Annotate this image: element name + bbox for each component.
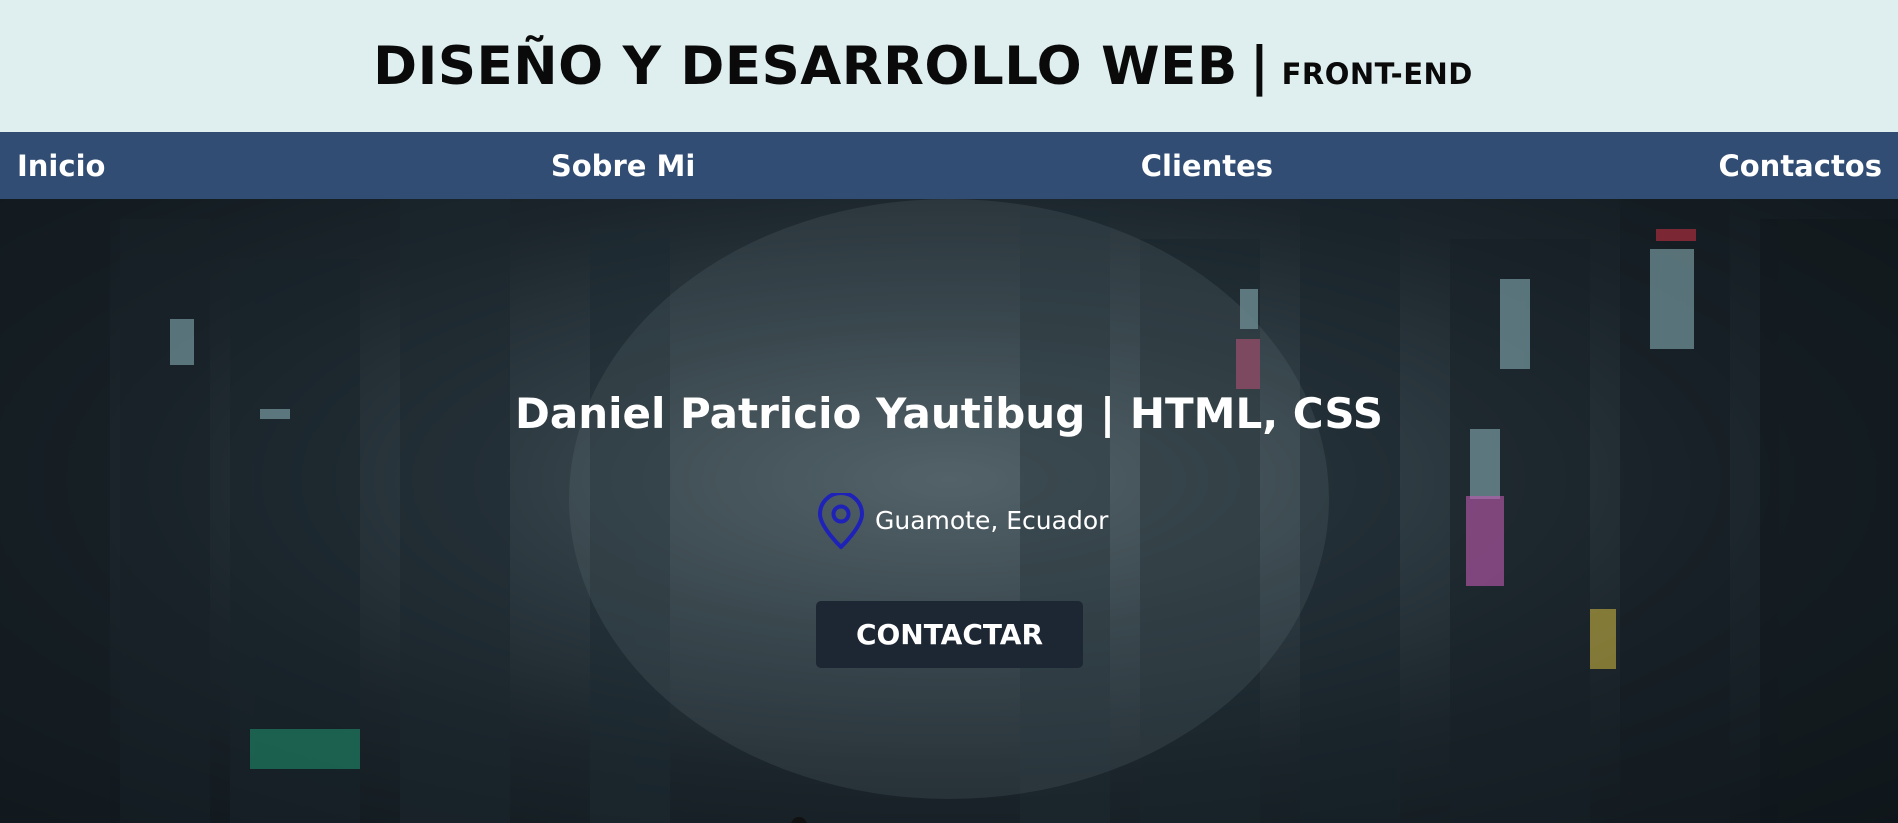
location: Guamote, Ecuador — [815, 493, 1108, 551]
site-title: DISEÑO Y DESARROLLO WEB | FRONT-END — [373, 36, 1473, 97]
nav-link-clientes[interactable]: Clientes — [1141, 149, 1273, 183]
site-header: DISEÑO Y DESARROLLO WEB | FRONT-END — [0, 0, 1898, 132]
hero-heading: Daniel Patricio Yautibug | HTML, CSS — [515, 389, 1383, 438]
site-subtitle: FRONT-END — [1281, 56, 1473, 91]
location-text: Guamote, Ecuador — [875, 505, 1109, 535]
main-nav: Inicio Sobre Mi Clientes Contactos — [0, 132, 1898, 199]
nav-link-sobre-mi[interactable]: Sobre Mi — [551, 149, 695, 183]
hero-content: Daniel Patricio Yautibug | HTML, CSS Gua… — [0, 199, 1898, 823]
map-pin-icon — [818, 493, 864, 549]
nav-link-contactos[interactable]: Contactos — [1718, 149, 1882, 183]
nav-link-inicio[interactable]: Inicio — [17, 149, 105, 183]
title-separator: | — [1249, 35, 1270, 97]
contact-button[interactable]: CONTACTAR — [816, 601, 1083, 668]
site-title-text: DISEÑO Y DESARROLLO WEB — [373, 35, 1238, 97]
hero-section: Daniel Patricio Yautibug | HTML, CSS Gua… — [0, 199, 1898, 823]
